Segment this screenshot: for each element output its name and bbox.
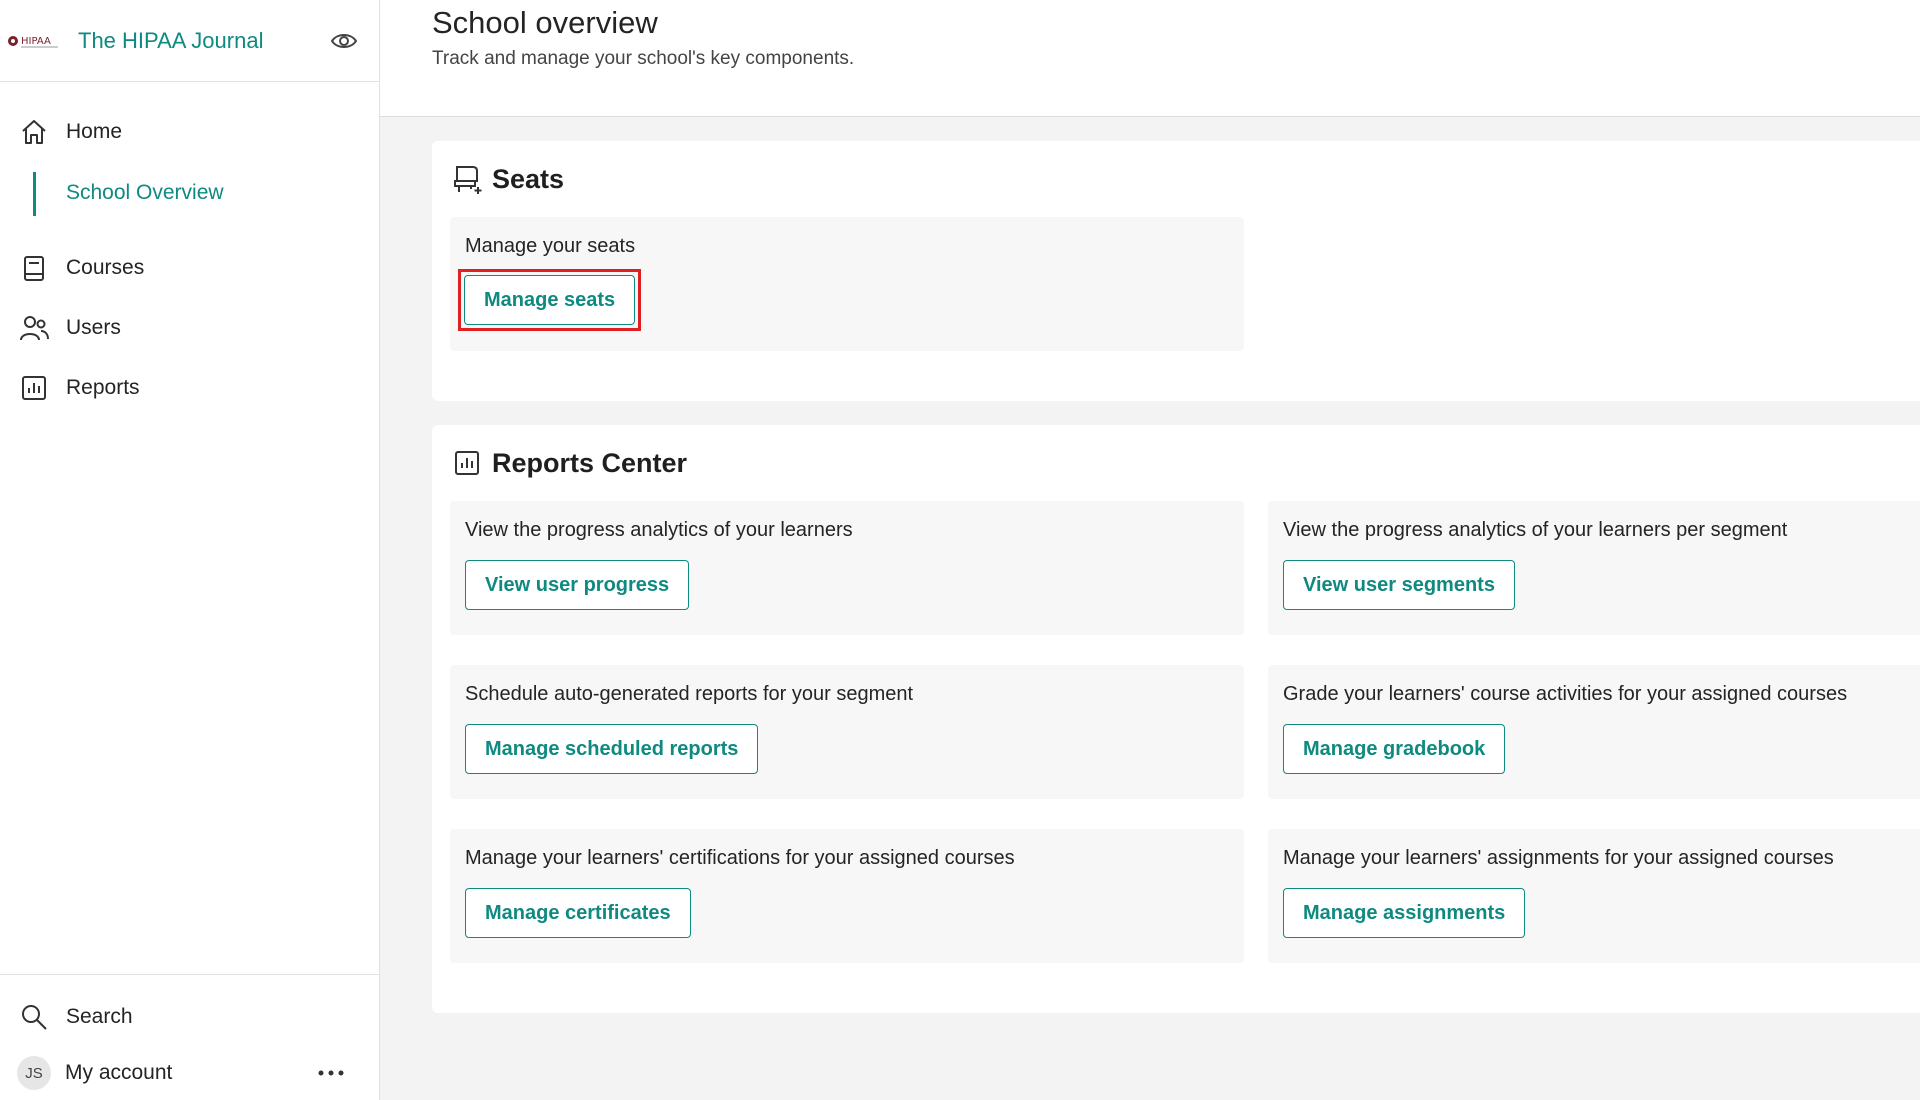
reports-center-header: Reports Center [450,443,1920,483]
brand-logo: HIPAA [6,30,62,52]
tile-description: View the progress analytics of your lear… [1283,519,1788,541]
page-header: School overview Track and manage your sc… [380,0,1920,117]
manage-assignments-button[interactable]: Manage assignments [1283,888,1526,938]
tile-description: Schedule auto-generated reports for your… [465,683,914,705]
manage-certificates-button[interactable]: Manage certificates [465,888,691,938]
home-icon [18,116,50,148]
view-user-progress-button[interactable]: View user progress [465,560,690,610]
seat-icon [450,162,484,196]
page-subtitle: Track and manage your school's key compo… [432,48,855,69]
sidebar-nav: Home School Overview Courses Users Repor… [0,82,379,418]
reports-center-title: Reports Center [492,447,688,478]
tile-description: Manage your seats [465,235,636,257]
tile-manage-seats: Manage your seats Manage seats [450,217,1244,351]
brand-header: HIPAA The HIPAA Journal [0,0,379,82]
eye-icon[interactable] [327,24,361,58]
sidebar-item-courses[interactable]: Courses [0,238,379,298]
more-icon[interactable] [313,1058,349,1088]
tile-scheduled-reports: Schedule auto-generated reports for your… [450,665,1244,799]
tile-user-progress: View the progress analytics of your lear… [450,501,1244,635]
tile-description: View the progress analytics of your lear… [465,519,853,541]
main-content: School overview Track and manage your sc… [380,0,1920,1100]
reports-tiles: View the progress analytics of your lear… [450,501,1920,963]
tile-assignments: Manage your learners' assignments for yo… [1268,829,1920,963]
avatar: JS [17,1056,51,1090]
seats-card: Seats Manage your seats Manage seats [432,141,1920,401]
search-icon [18,1001,50,1033]
tile-description: Manage your learners' certifications for… [465,847,1015,869]
brand-logo-text: HIPAA [21,36,51,47]
seats-tiles: Manage your seats Manage seats [450,217,1920,351]
brand-name[interactable]: The HIPAA Journal [78,28,327,54]
tile-certificates: Manage your learners' certifications for… [450,829,1244,963]
tile-description: Grade your learners' course activities f… [1283,683,1848,705]
sidebar-item-home[interactable]: Home [0,102,379,162]
page-title: School overview [432,5,658,40]
sidebar-item-label: Home [66,120,123,143]
content-area: Seats Manage your seats Manage seats Rep… [380,117,1920,1013]
sidebar-search[interactable]: Search [0,989,379,1045]
tile-description: Manage your learners' assignments for yo… [1283,847,1834,869]
sidebar-my-account[interactable]: JS My account [0,1045,379,1100]
sidebar: HIPAA The HIPAA Journal Home School Over… [0,0,380,1100]
manage-scheduled-reports-button[interactable]: Manage scheduled reports [465,724,759,774]
tile-gradebook: Grade your learners' course activities f… [1268,665,1920,799]
users-icon [18,312,50,344]
sidebar-item-label: Courses [66,256,145,279]
highlight-box: Manage seats [458,269,642,331]
reports-center-card: Reports Center View the progress analyti… [432,425,1920,1013]
sidebar-item-users[interactable]: Users [0,298,379,358]
my-account-label: My account [65,1061,173,1084]
tile-user-segments: View the progress analytics of your lear… [1268,501,1920,635]
manage-seats-button[interactable]: Manage seats [464,275,636,325]
seats-card-header: Seats [450,159,1920,199]
search-label: Search [66,1005,133,1028]
sidebar-item-reports[interactable]: Reports [0,358,379,418]
manage-gradebook-button[interactable]: Manage gradebook [1283,724,1506,774]
sidebar-item-label: Users [66,316,121,339]
chart-icon [18,372,50,404]
sidebar-item-label: Reports [66,376,140,399]
sidebar-bottom: Search JS My account [0,974,379,1100]
book-icon [18,252,50,284]
chart-icon [450,446,484,480]
view-user-segments-button[interactable]: View user segments [1283,560,1515,610]
active-indicator [33,172,36,216]
sidebar-item-school-overview[interactable]: School Overview [0,162,379,224]
sidebar-item-label: School Overview [66,181,224,204]
seats-card-title: Seats [492,163,565,194]
app-root: HIPAA The HIPAA Journal Home School Over… [0,0,1920,1100]
